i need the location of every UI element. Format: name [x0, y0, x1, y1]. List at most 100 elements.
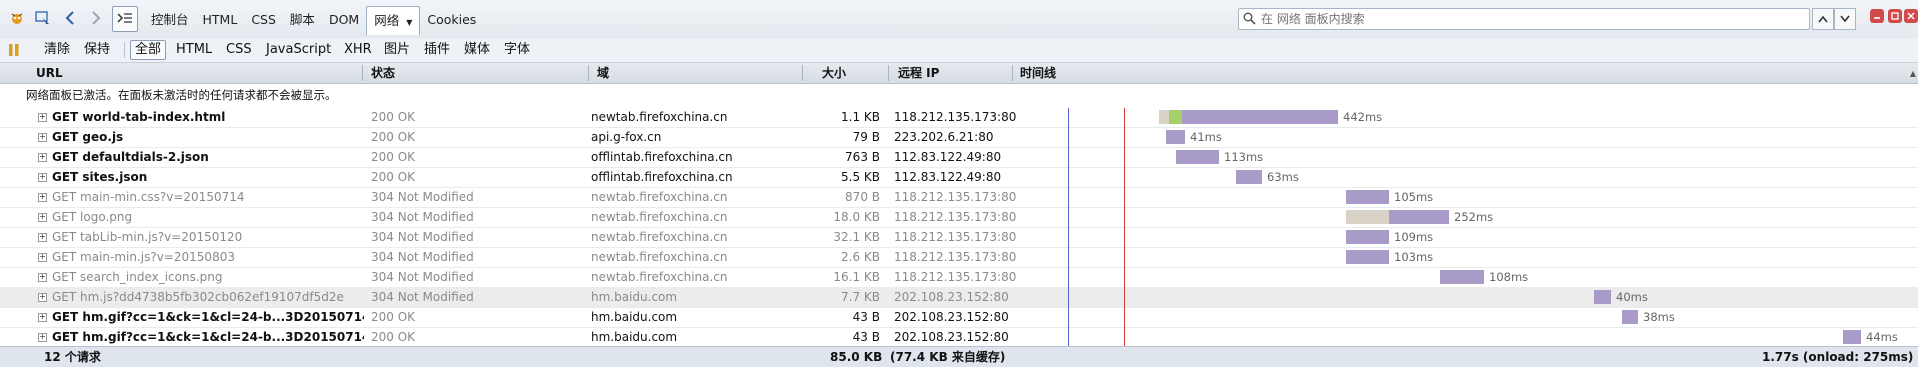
- timeline-bar[interactable]: [1440, 270, 1484, 284]
- tab-script[interactable]: 脚本: [283, 9, 322, 31]
- request-url[interactable]: GET defaultdials-2.json: [52, 147, 364, 167]
- search-field[interactable]: [1238, 8, 1810, 30]
- timeline-bar[interactable]: [1389, 210, 1449, 224]
- tab-console[interactable]: 控制台: [144, 9, 196, 31]
- expand-icon[interactable]: [38, 193, 47, 202]
- timeline-bar[interactable]: [1182, 110, 1338, 124]
- expand-icon[interactable]: [38, 233, 47, 242]
- request-url[interactable]: GET search_index_icons.png: [52, 267, 364, 287]
- timeline-bar[interactable]: [1176, 150, 1219, 164]
- column-remote-ip[interactable]: 远程 IP: [898, 63, 939, 83]
- expand-icon[interactable]: [38, 173, 47, 182]
- firebug-icon[interactable]: [8, 9, 26, 27]
- column-divider[interactable]: [1012, 65, 1013, 81]
- expand-icon[interactable]: [38, 333, 47, 342]
- filter-media[interactable]: 媒体: [460, 41, 494, 59]
- expand-icon[interactable]: [38, 253, 47, 262]
- request-size: 79 B: [852, 130, 880, 144]
- column-domain[interactable]: 域: [597, 63, 609, 83]
- persist-button[interactable]: 保持: [80, 41, 114, 59]
- request-url[interactable]: GET hm.gif?cc=1&ck=1&cl=24-b...3D2015071…: [52, 327, 364, 347]
- request-url[interactable]: GET main-min.css?v=20150714: [52, 187, 364, 207]
- column-divider[interactable]: [888, 65, 889, 81]
- table-row[interactable]: GET main-min.js?v=20150803 304 Not Modifi…: [0, 247, 1918, 268]
- expand-icon[interactable]: [38, 273, 47, 282]
- request-url[interactable]: GET tabLib-min.js?v=20150120: [52, 227, 364, 247]
- filter-images[interactable]: 图片: [380, 41, 414, 59]
- timeline-bar[interactable]: [1166, 130, 1185, 144]
- command-line-icon[interactable]: [112, 6, 138, 32]
- forward-icon[interactable]: [88, 9, 104, 27]
- tab-dom[interactable]: DOM: [322, 9, 366, 31]
- search-input[interactable]: [1259, 10, 1803, 28]
- inspect-icon[interactable]: [34, 9, 52, 27]
- filter-javascript[interactable]: JavaScript: [262, 41, 335, 59]
- timeline-bar[interactable]: [1346, 230, 1389, 244]
- request-count: 12 个请求: [44, 350, 101, 364]
- table-row[interactable]: GET hm.js?dd4738b5fb302cb062ef19107df5d2…: [0, 287, 1918, 308]
- expand-icon[interactable]: [38, 293, 47, 302]
- search-prev-icon[interactable]: [1812, 8, 1834, 30]
- back-icon[interactable]: [62, 9, 78, 27]
- expand-icon[interactable]: [38, 133, 47, 142]
- filter-css[interactable]: CSS: [222, 41, 256, 59]
- request-url[interactable]: GET main-min.js?v=20150803: [52, 247, 364, 267]
- timeline-bar[interactable]: [1169, 110, 1182, 124]
- clear-button[interactable]: 清除: [40, 41, 74, 59]
- tab-network-label: 网络: [374, 13, 400, 28]
- tab-css[interactable]: CSS: [244, 9, 283, 31]
- timeline-bar[interactable]: [1346, 250, 1389, 264]
- request-remote-ip: 118.212.135.173:80: [894, 190, 1017, 204]
- table-row[interactable]: GET search_index_icons.png 304 Not Modifi…: [0, 267, 1918, 288]
- tab-network[interactable]: 网络 ▼: [366, 6, 421, 35]
- request-url[interactable]: GET hm.js?dd4738b5fb302cb062ef19107df5d2…: [52, 287, 364, 307]
- timeline-bar[interactable]: [1622, 310, 1638, 324]
- column-timeline[interactable]: 时间线: [1020, 63, 1056, 83]
- expand-icon[interactable]: [38, 313, 47, 322]
- timeline-bar[interactable]: [1236, 170, 1262, 184]
- filter-html[interactable]: HTML: [172, 41, 216, 59]
- table-row[interactable]: GET world-tab-index.html 200 OK newtab.fir…: [0, 107, 1918, 128]
- timeline-bar[interactable]: [1594, 290, 1611, 304]
- table-row[interactable]: GET sites.json 200 OK offlintab.firefoxchi…: [0, 167, 1918, 188]
- request-url[interactable]: GET world-tab-index.html: [52, 107, 364, 127]
- search-next-icon[interactable]: [1834, 8, 1856, 30]
- pause-icon[interactable]: [6, 42, 22, 58]
- column-status[interactable]: 状态: [371, 63, 395, 83]
- close-icon[interactable]: [1904, 9, 1918, 23]
- column-size[interactable]: 大小: [822, 63, 846, 83]
- request-url[interactable]: GET hm.gif?cc=1&ck=1&cl=24-b...3D2015071…: [52, 307, 364, 327]
- minimize-icon[interactable]: [1870, 9, 1884, 23]
- column-divider[interactable]: [362, 65, 363, 81]
- expand-icon[interactable]: [38, 213, 47, 222]
- filter-xhr[interactable]: XHR: [340, 41, 376, 59]
- detach-icon[interactable]: [1888, 9, 1902, 23]
- column-url[interactable]: URL: [36, 63, 63, 83]
- timeline-bar[interactable]: [1843, 330, 1861, 344]
- table-row[interactable]: GET defaultdials-2.json 200 OK offlintab.f…: [0, 147, 1918, 168]
- table-row[interactable]: GET logo.png 304 Not Modified newtab.firef…: [0, 207, 1918, 228]
- table-row[interactable]: GET hm.gif?cc=1&ck=1&cl=24-b...3D2015071…: [0, 307, 1918, 328]
- tab-cookies[interactable]: Cookies: [420, 9, 483, 31]
- timeline-bar[interactable]: [1159, 110, 1169, 124]
- tab-html[interactable]: HTML: [196, 9, 245, 31]
- column-divider[interactable]: [802, 65, 803, 81]
- table-row[interactable]: GET tabLib-min.js?v=20150120 304 Not Modi…: [0, 227, 1918, 248]
- expand-icon[interactable]: [38, 113, 47, 122]
- request-domain: hm.baidu.com: [591, 330, 678, 344]
- request-url[interactable]: GET sites.json: [52, 167, 364, 187]
- column-divider[interactable]: [588, 65, 589, 81]
- filter-all[interactable]: 全部: [130, 40, 167, 60]
- request-domain: api.g-fox.cn: [591, 130, 662, 144]
- table-row[interactable]: GET hm.gif?cc=1&ck=1&cl=24-b...3D2015071…: [0, 327, 1918, 348]
- request-url[interactable]: GET geo.js: [52, 127, 364, 147]
- filter-plugins[interactable]: 插件: [420, 41, 454, 59]
- table-row[interactable]: GET main-min.css?v=20150714 304 Not Modif…: [0, 187, 1918, 208]
- expand-icon[interactable]: [38, 153, 47, 162]
- scroll-up-icon[interactable]: ▲: [1910, 69, 1916, 78]
- timeline-bar[interactable]: [1346, 190, 1389, 204]
- request-url[interactable]: GET logo.png: [52, 207, 364, 227]
- filter-fonts[interactable]: 字体: [500, 41, 534, 59]
- timeline-bar[interactable]: [1346, 210, 1389, 224]
- table-row[interactable]: GET geo.js 200 OK api.g-fox.cn 79 B 223.202.…: [0, 127, 1918, 148]
